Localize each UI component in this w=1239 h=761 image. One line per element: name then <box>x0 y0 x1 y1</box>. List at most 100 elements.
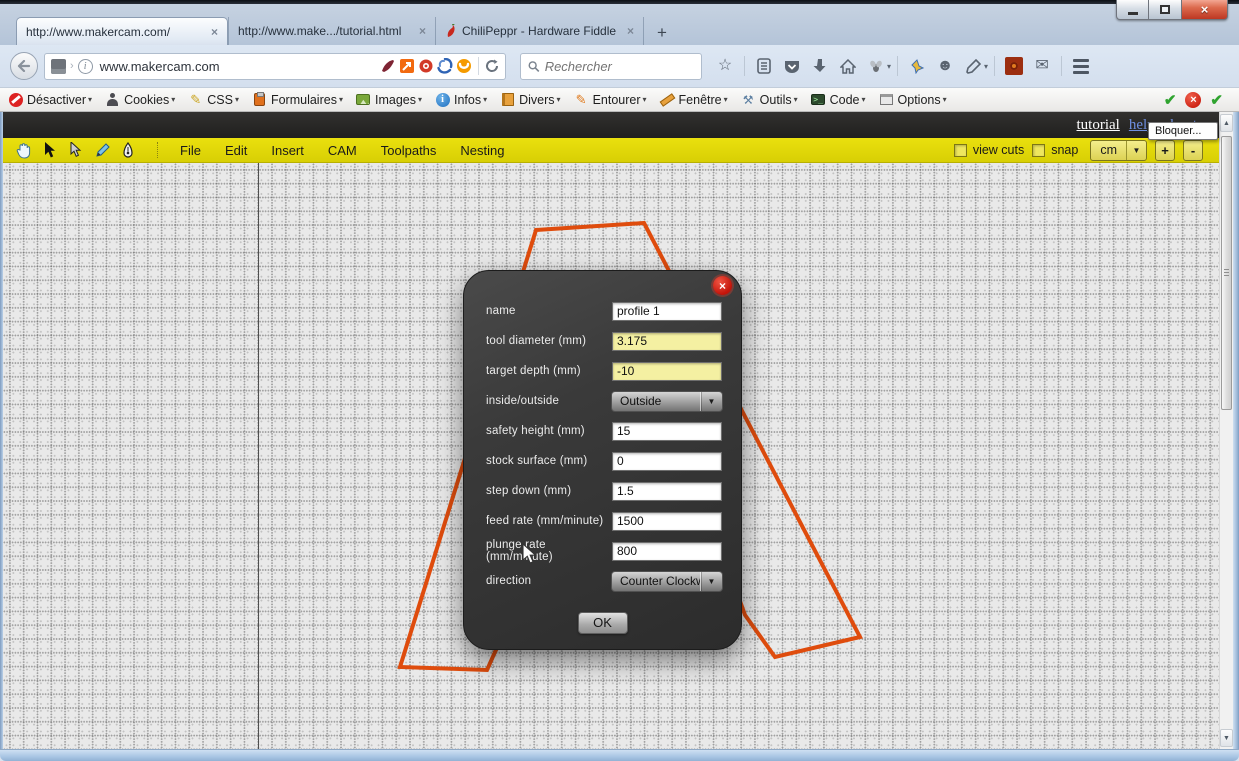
snap-checkbox[interactable] <box>1032 144 1045 157</box>
field-row-feed-rate: feed rate (mm/minute) <box>464 506 741 536</box>
devbar-item-entourer[interactable]: ✎ Entourer ▾ <box>574 92 647 107</box>
safety-height-input[interactable] <box>612 422 722 441</box>
vertical-scrollbar[interactable]: ▲ ▼ <box>1219 112 1233 749</box>
devbar-item-images[interactable]: Images ▾ <box>356 92 422 107</box>
devbar-item-infos[interactable]: i Infos ▾ <box>435 92 487 107</box>
tab-close-icon[interactable]: × <box>627 24 634 38</box>
zoom-out-button[interactable]: - <box>1183 140 1203 161</box>
home-button[interactable] <box>835 53 861 79</box>
tab-chilipeppr[interactable]: ChiliPeppr - Hardware Fiddle × <box>436 17 644 45</box>
chevron-down-icon: ▾ <box>557 95 561 104</box>
units-dropdown[interactable]: cm ▼ <box>1090 140 1147 161</box>
pocket-button[interactable] <box>779 53 805 79</box>
pan-tool-button[interactable] <box>13 140 35 160</box>
name-input[interactable] <box>612 302 722 321</box>
bookmark-star-button[interactable]: ☆ <box>712 53 738 79</box>
target-depth-input[interactable] <box>612 362 722 381</box>
site-info-icon[interactable]: i <box>78 59 93 74</box>
chevron-down-icon: ▾ <box>88 95 92 104</box>
chevron-down-icon[interactable]: ▾ <box>887 62 891 71</box>
stock-surface-input[interactable] <box>612 452 722 471</box>
menu-toolpaths[interactable]: Toolpaths <box>371 143 447 158</box>
orange-arrow-addon-icon[interactable] <box>399 58 415 74</box>
zoom-in-button[interactable]: + <box>1155 140 1175 161</box>
feather-addon-icon[interactable] <box>380 58 396 74</box>
scroll-down-button[interactable]: ▼ <box>1220 729 1233 747</box>
devbar-item-css[interactable]: ✎ CSS ▾ <box>188 92 239 107</box>
devbar-item-divers[interactable]: Divers ▾ <box>500 92 560 107</box>
search-input[interactable] <box>545 59 694 74</box>
divider <box>744 56 745 76</box>
devbar-item-desactiver[interactable]: Désactiver ▾ <box>8 92 92 107</box>
field-label: safety height (mm) <box>464 425 612 437</box>
maximize-button[interactable] <box>1149 0 1182 20</box>
devbar-item-options[interactable]: Options ▾ <box>879 92 947 107</box>
drawing-canvas[interactable]: × name tool diameter (mm) target depth (… <box>3 163 1219 749</box>
tool-diameter-input[interactable] <box>612 332 722 351</box>
menu-nesting[interactable]: Nesting <box>450 143 514 158</box>
ok-button[interactable]: OK <box>578 612 628 634</box>
chevron-down-icon: ▾ <box>862 95 866 104</box>
menu-file[interactable]: File <box>170 143 211 158</box>
validation-ok-icon[interactable]: ✔ <box>1164 91 1177 109</box>
home-icon <box>840 59 856 74</box>
minimize-button[interactable] <box>1116 0 1149 20</box>
eyedropper-button[interactable] <box>960 53 986 79</box>
red-addon-icon <box>1005 57 1023 75</box>
maximize-icon <box>1160 5 1170 14</box>
direction-dropdown[interactable]: Counter Clockwi ▼ <box>611 571 723 592</box>
blue-swirl-addon-icon[interactable] <box>437 58 453 74</box>
addon-red-button[interactable] <box>1001 53 1027 79</box>
tab-close-icon[interactable]: × <box>419 24 426 38</box>
feed-rate-input[interactable] <box>612 512 722 531</box>
new-tab-button[interactable]: + <box>650 21 674 45</box>
devbar-item-formulaires[interactable]: Formulaires ▾ <box>252 92 343 107</box>
tutorial-link[interactable]: tutorial <box>1077 117 1120 134</box>
back-button[interactable] <box>10 52 38 80</box>
step-down-input[interactable] <box>612 482 722 501</box>
plunge-rate-input[interactable] <box>612 542 722 561</box>
devbar-item-cookies[interactable]: Cookies ▾ <box>105 92 175 107</box>
validation-ok-icon[interactable]: ✔ <box>1210 91 1223 109</box>
menu-insert[interactable]: Insert <box>261 143 314 158</box>
devbar-item-outils[interactable]: ⚒ Outils ▾ <box>741 92 798 107</box>
reload-icon[interactable] <box>485 59 499 73</box>
direct-select-tool-button[interactable] <box>65 140 87 160</box>
validation-error-icon[interactable]: × <box>1185 92 1201 108</box>
field-label: inside/outside <box>464 395 611 407</box>
addon-fly-button[interactable] <box>863 53 889 79</box>
cursor-arrow-icon <box>44 142 57 159</box>
mail-button[interactable]: ✉ <box>1029 53 1055 79</box>
tab-close-icon[interactable]: × <box>211 25 218 39</box>
red-ring-addon-icon[interactable] <box>418 58 434 74</box>
menu-edit[interactable]: Edit <box>215 143 257 158</box>
view-cuts-checkbox[interactable] <box>954 144 967 157</box>
pencil-tool-button[interactable] <box>91 140 113 160</box>
addon-smiley-button[interactable]: ☻ <box>932 53 958 79</box>
search-bar[interactable] <box>520 53 702 80</box>
url-text[interactable]: www.makercam.com <box>100 59 220 74</box>
scrollbar-thumb[interactable] <box>1221 136 1232 410</box>
menu-cam[interactable]: CAM <box>318 143 367 158</box>
devbar-label: Divers <box>519 93 554 107</box>
snap-label: snap <box>1051 143 1078 157</box>
select-tool-button[interactable] <box>39 140 61 160</box>
bookmarks-menu-button[interactable] <box>751 53 777 79</box>
pen-tool-button[interactable] <box>117 140 139 160</box>
tab-makercam[interactable]: http://www.makercam.com/ × <box>16 17 228 45</box>
devbar-item-fenetre[interactable]: Fenêtre ▾ <box>660 92 728 107</box>
devbar-label: Formulaires <box>271 93 337 107</box>
tab-tutorial[interactable]: http://www.make.../tutorial.html × <box>228 17 436 45</box>
chevron-down-icon[interactable]: ▾ <box>984 62 988 71</box>
devbar-item-code[interactable]: >_ Code ▾ <box>811 92 866 107</box>
menu-button[interactable] <box>1068 53 1094 79</box>
downloads-button[interactable] <box>807 53 833 79</box>
close-window-button[interactable]: × <box>1182 0 1228 20</box>
devbar-label: Fenêtre <box>679 93 722 107</box>
orange-smiley-addon-icon[interactable] <box>456 58 472 74</box>
url-bar[interactable]: › i www.makercam.com <box>44 53 506 80</box>
inside-outside-dropdown[interactable]: Outside ▼ <box>611 391 723 412</box>
addon-hand-button[interactable] <box>904 53 930 79</box>
scroll-up-button[interactable]: ▲ <box>1220 114 1233 132</box>
dialog-close-button[interactable]: × <box>713 276 732 295</box>
